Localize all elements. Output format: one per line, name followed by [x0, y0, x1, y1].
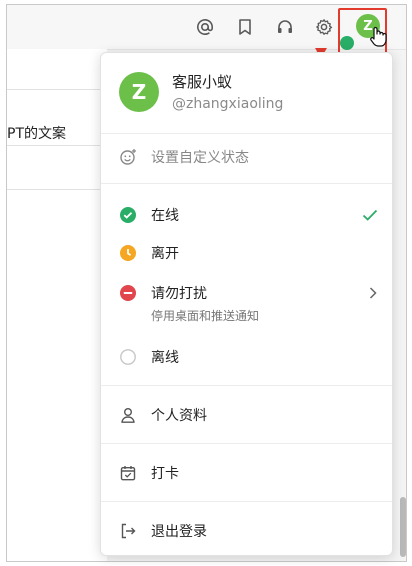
- status-label: 离线: [151, 350, 179, 366]
- status-label: 离开: [151, 246, 179, 262]
- divider: [7, 189, 107, 190]
- calendar-check-icon: [119, 464, 137, 482]
- divider: [101, 385, 392, 386]
- divider: [7, 145, 107, 146]
- empty-circle-icon: [119, 348, 137, 366]
- logout-item[interactable]: 退出登录: [119, 519, 378, 543]
- check-circle-icon: [119, 206, 137, 224]
- avatar: Z: [119, 71, 159, 112]
- logout-label: 退出登录: [151, 524, 207, 540]
- divider: [101, 443, 392, 444]
- status-dnd-item[interactable]: 请勿打扰: [119, 281, 378, 305]
- set-custom-status-item[interactable]: 设置自定义状态: [119, 145, 378, 169]
- status-label: 在线: [151, 208, 179, 224]
- logout-icon: [119, 522, 137, 540]
- divider: [101, 183, 392, 184]
- checkin-item[interactable]: 打卡: [119, 461, 378, 485]
- at-icon[interactable]: [193, 15, 217, 39]
- divider: [7, 89, 107, 90]
- profile-item[interactable]: 个人资料: [119, 403, 378, 427]
- user-status-menu: Z 客服小蚁 @zhangxiaoling 设置自定义状态 在线 离开 请勿打扰: [100, 52, 393, 556]
- scrollbar[interactable]: [400, 497, 406, 557]
- selected-check-icon: [362, 208, 378, 222]
- bookmark-icon[interactable]: [233, 15, 257, 39]
- message-snippet: PT的文案: [7, 126, 66, 142]
- status-away-item[interactable]: 离开: [119, 241, 378, 265]
- chat-list-panel: PT的文案: [7, 49, 107, 561]
- headset-icon[interactable]: [273, 15, 297, 39]
- chevron-right-icon: [368, 286, 378, 300]
- profile-handle: @zhangxiaoling: [172, 96, 284, 112]
- checkin-label: 打卡: [151, 466, 179, 482]
- profile-label: 个人资料: [151, 408, 207, 424]
- custom-status-label: 设置自定义状态: [151, 150, 249, 166]
- divider: [101, 133, 392, 134]
- minus-circle-icon: [119, 284, 137, 302]
- gear-icon[interactable]: [312, 15, 336, 39]
- divider: [101, 501, 392, 502]
- user-icon: [119, 406, 137, 424]
- profile-name: 客服小蚁: [172, 73, 233, 91]
- dnd-sublabel: 停用桌面和推送通知: [151, 309, 260, 323]
- status-online-item[interactable]: 在线: [119, 203, 378, 227]
- smiley-add-icon: [119, 148, 137, 166]
- status-offline-item[interactable]: 离线: [119, 345, 378, 369]
- status-label: 请勿打扰: [151, 286, 207, 302]
- clock-circle-icon: [119, 244, 137, 262]
- profile-header: Z 客服小蚁 @zhangxiaoling: [119, 71, 283, 112]
- hand-cursor-icon: [370, 26, 387, 47]
